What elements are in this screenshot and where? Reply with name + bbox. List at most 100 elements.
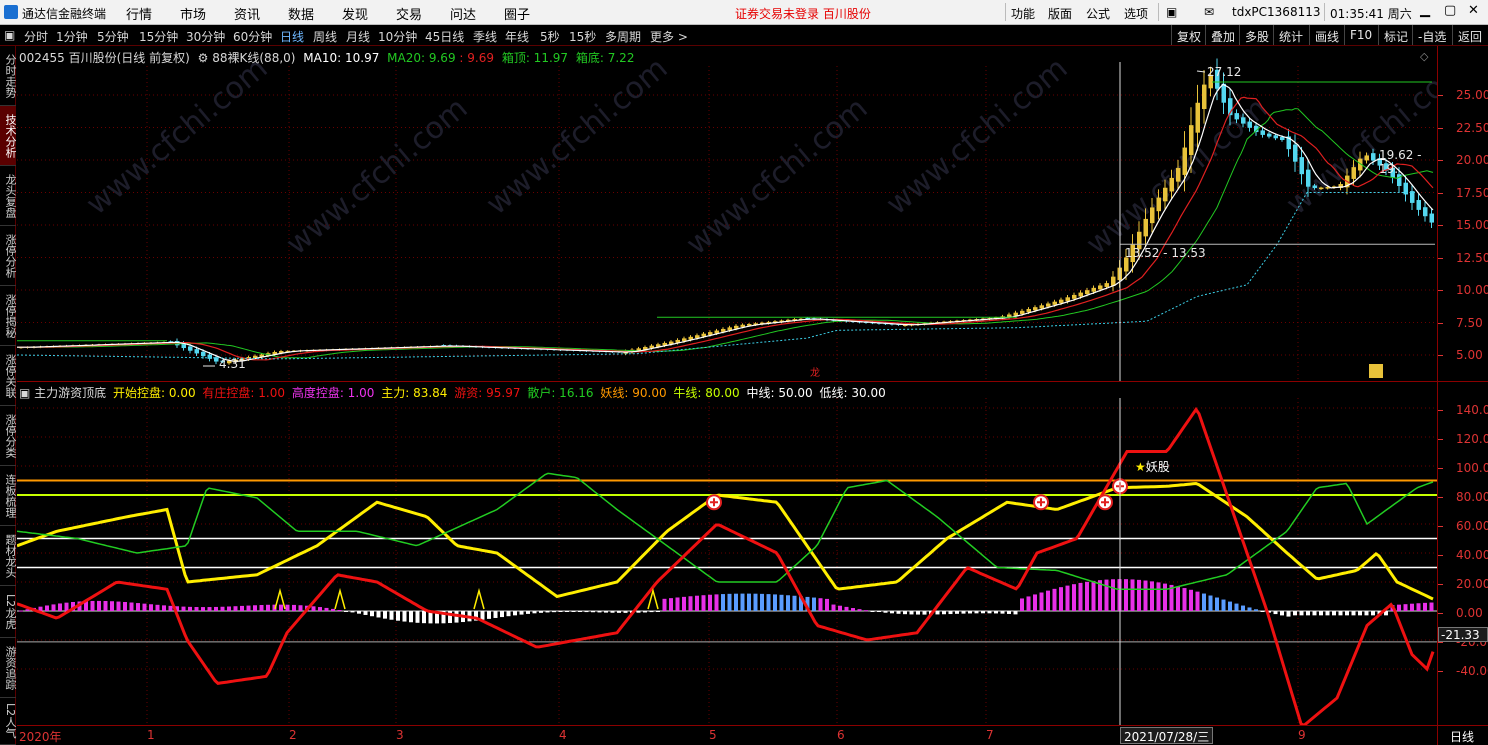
histogram-bar xyxy=(844,606,849,611)
settings-icon[interactable]: ⚙ xyxy=(198,51,209,65)
histogram-bar xyxy=(558,611,563,612)
candle-body xyxy=(1299,157,1304,175)
indicator-panel-icon[interactable]: ▣ xyxy=(19,386,30,400)
histogram-bar xyxy=(1072,584,1076,611)
candle-body xyxy=(1234,113,1239,120)
candle-body xyxy=(1306,169,1311,187)
indicator-name[interactable]: 88裸K线(88,0) xyxy=(212,51,295,65)
f10-button[interactable]: F10 xyxy=(1344,25,1377,45)
period-30min[interactable]: 30分钟 xyxy=(186,28,225,45)
histogram-bar xyxy=(1280,611,1284,616)
date-label: 5 xyxy=(709,728,717,742)
side-tab-l2-popularity[interactable]: L2人气 xyxy=(0,698,17,745)
period-15min[interactable]: 15分钟 xyxy=(139,28,178,45)
current-value-tag: -21.33 xyxy=(1438,627,1488,642)
back-button[interactable]: 返回 xyxy=(1452,25,1487,45)
y-tick: 10.00 xyxy=(1437,283,1488,297)
histogram-bar xyxy=(838,605,842,611)
price-panel[interactable]: www.cfchi.com www.cfchi.com www.cfchi.com w… xyxy=(17,46,1437,381)
period-timeshare[interactable]: 分时 xyxy=(24,28,48,45)
price-chart[interactable]: www.cfchi.com www.cfchi.com www.cfchi.com w… xyxy=(17,46,1437,381)
side-tab-l2-dragon[interactable]: L2龙虎 xyxy=(0,586,17,638)
period-5sec[interactable]: 5秒 xyxy=(540,28,560,45)
maximize-icon[interactable]: ▢ xyxy=(1444,3,1456,18)
histogram-bar xyxy=(1156,582,1161,611)
side-tab-timeshare[interactable]: 分时走势 xyxy=(0,46,17,106)
box-top-value: 箱顶: 11.97 xyxy=(501,51,569,65)
menu-discover[interactable]: 发现 xyxy=(342,4,368,23)
remove-watchlist-button[interactable]: -自选 xyxy=(1412,25,1451,45)
histogram-bar xyxy=(1124,579,1128,611)
message-icon[interactable]: ✉ xyxy=(1204,5,1214,19)
restore-rights-button[interactable]: 复权 xyxy=(1171,25,1206,45)
minimize-icon[interactable]: ▁ xyxy=(1420,3,1430,18)
statistics-button[interactable]: 统计 xyxy=(1273,25,1308,45)
skin-icon[interactable]: ▣ xyxy=(1166,5,1177,19)
panel-toggle-icon[interactable]: ▣ xyxy=(4,28,15,42)
menu-market[interactable]: 市场 xyxy=(180,4,206,23)
menu-formula[interactable]: 公式 xyxy=(1086,5,1110,22)
period-monthly[interactable]: 月线 xyxy=(346,28,370,45)
histogram-bar xyxy=(487,611,491,619)
side-tab-limitup-category[interactable]: 涨停分类 xyxy=(0,406,17,466)
menu-layout[interactable]: 版面 xyxy=(1048,5,1072,22)
period-quarterly[interactable]: 季线 xyxy=(473,28,497,45)
side-tab-limitup-analysis[interactable]: 涨停分析 xyxy=(0,226,17,286)
period-15sec[interactable]: 15秒 xyxy=(569,28,596,45)
histogram-bar xyxy=(1065,585,1070,611)
histogram-bar xyxy=(1364,611,1369,616)
date-label: 1 xyxy=(147,728,155,742)
indicator-title[interactable]: 主力游资顶底 xyxy=(34,386,106,400)
menu-function[interactable]: 功能 xyxy=(1011,5,1035,22)
period-badge[interactable]: 日线 xyxy=(1437,725,1488,745)
menu-quotes[interactable]: 行情 xyxy=(126,4,152,23)
candle-body xyxy=(1091,287,1096,292)
candle-body xyxy=(201,351,206,357)
diamond-icon[interactable]: ◇ xyxy=(1420,50,1428,63)
app-title: 通达信金融终端 xyxy=(22,7,107,21)
histogram-bar xyxy=(675,597,680,611)
menu-ask[interactable]: 问达 xyxy=(450,4,476,23)
period-more[interactable]: 更多 > xyxy=(650,28,688,45)
period-45day[interactable]: 45日线 xyxy=(425,28,464,45)
multi-stock-button[interactable]: 多股 xyxy=(1239,25,1274,45)
indicator-panel[interactable]: ▣ 主力游资顶底 开始控盘: 0.00 有庄控盘: 1.00 高度控盘: 1.0… xyxy=(17,381,1437,726)
drawing-button[interactable]: 画线 xyxy=(1309,25,1344,45)
close-icon[interactable]: ✕ xyxy=(1468,3,1479,18)
menu-data[interactable]: 数据 xyxy=(288,4,314,23)
side-tab-technical[interactable]: 技术分析 xyxy=(0,106,17,166)
period-daily[interactable]: 日线 xyxy=(280,28,304,45)
side-tab-theme-leader[interactable]: 题材龙头 xyxy=(0,526,17,586)
candle-body xyxy=(1078,292,1083,297)
menu-options[interactable]: 选项 xyxy=(1124,5,1148,22)
period-5min[interactable]: 5分钟 xyxy=(97,28,129,45)
overlay-button[interactable]: 叠加 xyxy=(1205,25,1240,45)
menu-news[interactable]: 资讯 xyxy=(234,4,260,23)
histogram-bar xyxy=(532,611,537,614)
histogram-bar xyxy=(246,605,251,611)
histogram-bar xyxy=(1000,611,1005,614)
side-tab-limitup-reveal[interactable]: 涨停揭秘 xyxy=(0,286,17,346)
histogram-bar xyxy=(656,611,660,612)
period-yearly[interactable]: 年线 xyxy=(505,28,529,45)
indicator-chart[interactable] xyxy=(17,382,1437,726)
period-weekly[interactable]: 周线 xyxy=(313,28,337,45)
period-10min[interactable]: 10分钟 xyxy=(378,28,417,45)
menu-circle[interactable]: 圈子 xyxy=(504,4,530,23)
side-tab-hot-money[interactable]: 游资追踪 xyxy=(0,638,17,698)
histogram-bar xyxy=(760,593,764,611)
histogram-bar xyxy=(1228,601,1232,611)
candle-body xyxy=(1293,144,1298,162)
side-tab-consecutive[interactable]: 连板梳理 xyxy=(0,466,17,526)
period-1min[interactable]: 1分钟 xyxy=(56,28,88,45)
mark-button[interactable]: 标记 xyxy=(1378,25,1413,45)
period-multi[interactable]: 多周期 xyxy=(605,28,641,45)
login-notice[interactable]: 证券交易未登录 百川股份 xyxy=(735,5,871,22)
side-tab-limitup-related[interactable]: 涨停关联 xyxy=(0,346,17,406)
side-tab-leader-review[interactable]: 龙头复盘 xyxy=(0,166,17,226)
menu-trade[interactable]: 交易 xyxy=(396,4,422,23)
histogram-bar xyxy=(513,611,517,616)
histogram-bar xyxy=(812,597,816,611)
period-60min[interactable]: 60分钟 xyxy=(233,28,272,45)
low-price-label: 4.31 xyxy=(219,357,246,371)
